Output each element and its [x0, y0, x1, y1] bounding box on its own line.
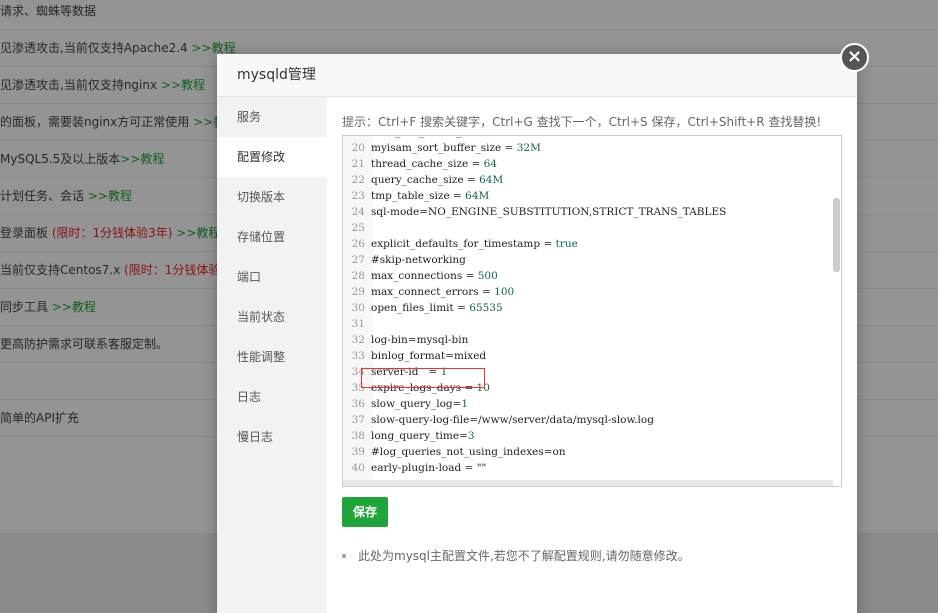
- sidebar-item[interactable]: 端口: [217, 257, 327, 297]
- line-key: query_cache_size =: [371, 174, 480, 186]
- line-number: 37: [351, 414, 365, 426]
- editor-line[interactable]: 38 long_query_time=3: [343, 428, 833, 444]
- line-value: 1: [461, 398, 469, 410]
- editor-lines[interactable]: 19read_rnd_buffer_size = 512K20myisam_so…: [343, 136, 833, 476]
- line-number: 22: [351, 174, 365, 186]
- editor-line[interactable]: 36 slow_query_log=1: [343, 396, 833, 412]
- editor-line[interactable]: 39 #log_queries_not_using_indexes=on: [343, 444, 833, 460]
- editor-line[interactable]: 32 log-bin=mysql-bin: [343, 332, 833, 348]
- editor-line[interactable]: 37 slow-query-log-file=/www/server/data/m…: [343, 412, 833, 428]
- line-value: 65535: [469, 302, 503, 314]
- line-number: 24: [351, 206, 365, 218]
- line-number: 36: [351, 398, 365, 410]
- line-number: 30: [351, 302, 365, 314]
- line-number: 27: [351, 254, 365, 266]
- line-number: 39: [351, 446, 365, 458]
- shortcut-tip: 提示：Ctrl+F 搜索关键字，Ctrl+G 查找下一个，Ctrl+S 保存，C…: [342, 115, 822, 129]
- editor-line[interactable]: 28 max_connections = 500: [343, 268, 833, 284]
- dialog-sidebar: 服务 配置修改 切换版本 存储位置 端口 当前状态 性能调整 日志 慢日志: [217, 97, 327, 613]
- horizontal-scrollbar[interactable]: [343, 480, 833, 486]
- line-number: 29: [351, 286, 365, 298]
- line-key: max_connect_errors =: [371, 286, 495, 298]
- editor-line[interactable]: 23 tmp_table_size = 64M: [343, 188, 833, 204]
- line-number: 28: [351, 270, 365, 282]
- line-number: 31: [351, 318, 365, 330]
- line-number: 21: [351, 158, 365, 170]
- editor-line[interactable]: 24 sql-mode=NO_ENGINE_SUBSTITUTION,STRICT…: [343, 204, 833, 220]
- dialog-title: mysqld管理: [217, 54, 857, 97]
- editor-line[interactable]: 26 explicit_defaults_for_timestamp = true: [343, 236, 833, 252]
- sidebar-item[interactable]: 当前状态: [217, 297, 327, 337]
- line-value: 32M: [516, 142, 541, 154]
- line-key: early-plugin-load = "": [371, 462, 487, 474]
- line-key: max_connections =: [371, 270, 478, 282]
- line-number: 23: [351, 190, 365, 202]
- line-number: 26: [351, 238, 365, 250]
- line-key: tmp_table_size =: [371, 190, 466, 202]
- line-key: thread_cache_size =: [371, 158, 484, 170]
- line-value: true: [555, 238, 578, 250]
- sidebar-item[interactable]: 慢日志: [217, 417, 327, 457]
- line-key: slow_query_log=: [371, 398, 462, 410]
- line-value: 3: [467, 430, 475, 442]
- line-value: 64: [483, 158, 498, 170]
- editor-line[interactable]: 22 query_cache_size = 64M: [343, 172, 833, 188]
- close-icon[interactable]: ×: [840, 43, 869, 72]
- editor-line[interactable]: 20 myisam_sort_buffer_size = 32M: [343, 140, 833, 156]
- line-key: long_query_time=: [371, 430, 468, 442]
- line-key: read_rnd_buffer_size =: [371, 136, 498, 138]
- line-value: 100: [494, 286, 515, 298]
- line-key: sql-mode=NO_ENGINE_SUBSTITUTION,STRICT_T…: [371, 206, 727, 218]
- mysqld-dialog: mysqld管理 服务 配置修改 切换版本 存储位置 端口 当前状态 性能调整 日志 慢日志 提…: [217, 54, 857, 613]
- sidebar-item[interactable]: 存储位置: [217, 217, 327, 257]
- bullet-icon: [342, 553, 346, 558]
- line-value: 64M: [465, 190, 490, 202]
- editor-line[interactable]: 27 #skip-networking: [343, 252, 833, 268]
- line-value: 500: [477, 270, 498, 282]
- editor-line[interactable]: 40 early-plugin-load = "": [343, 460, 833, 476]
- line-key: open_files_limit =: [371, 302, 470, 314]
- line-key: #log_queries_not_using_indexes=on: [371, 446, 566, 458]
- vertical-scrollbar[interactable]: [833, 198, 840, 272]
- sidebar-item[interactable]: 日志: [217, 377, 327, 417]
- sidebar-item[interactable]: 切换版本: [217, 177, 327, 217]
- editor-line[interactable]: 21 thread_cache_size = 64: [343, 156, 833, 172]
- line-number: 33: [351, 350, 365, 362]
- editor-line[interactable]: 31: [343, 316, 833, 332]
- config-panel: 提示：Ctrl+F 搜索关键字，Ctrl+G 查找下一个，Ctrl+S 保存，C…: [327, 97, 857, 613]
- editor-line[interactable]: 29 max_connect_errors = 100: [343, 284, 833, 300]
- config-note: 此处为mysql主配置文件,若您不了解配置规则,请勿随意修改。: [342, 547, 690, 564]
- line-number: 25: [351, 222, 365, 234]
- sidebar-item[interactable]: 性能调整: [217, 337, 327, 377]
- sidebar-item[interactable]: 服务: [217, 97, 327, 137]
- line-key: myisam_sort_buffer_size =: [371, 142, 517, 154]
- line-value: 64M: [479, 174, 504, 186]
- line-number: 40: [351, 462, 365, 474]
- line-key: log-bin=mysql-bin: [371, 334, 469, 346]
- line-number: 20: [351, 142, 365, 154]
- line-key: #skip-networking: [371, 254, 466, 266]
- line-key: slow-query-log-file=/www/server/data/mys…: [371, 414, 654, 426]
- config-note-text: 此处为mysql主配置文件,若您不了解配置规则,请勿随意修改。: [358, 549, 690, 563]
- line-value: 512K: [498, 136, 526, 138]
- sidebar-item[interactable]: 配置修改: [217, 137, 327, 177]
- line-key: binlog_format=mixed: [371, 350, 487, 362]
- line-number: 32: [351, 334, 365, 346]
- editor-line[interactable]: 33 binlog_format=mixed: [343, 348, 833, 364]
- config-editor[interactable]: 19read_rnd_buffer_size = 512K20myisam_so…: [342, 135, 842, 487]
- save-button[interactable]: 保存: [342, 497, 388, 527]
- server-id-highlight: [361, 368, 485, 388]
- editor-line[interactable]: 25: [343, 220, 833, 236]
- editor-line[interactable]: 30 open_files_limit = 65535: [343, 300, 833, 316]
- line-number: 38: [351, 430, 365, 442]
- line-key: explicit_defaults_for_timestamp =: [371, 238, 556, 250]
